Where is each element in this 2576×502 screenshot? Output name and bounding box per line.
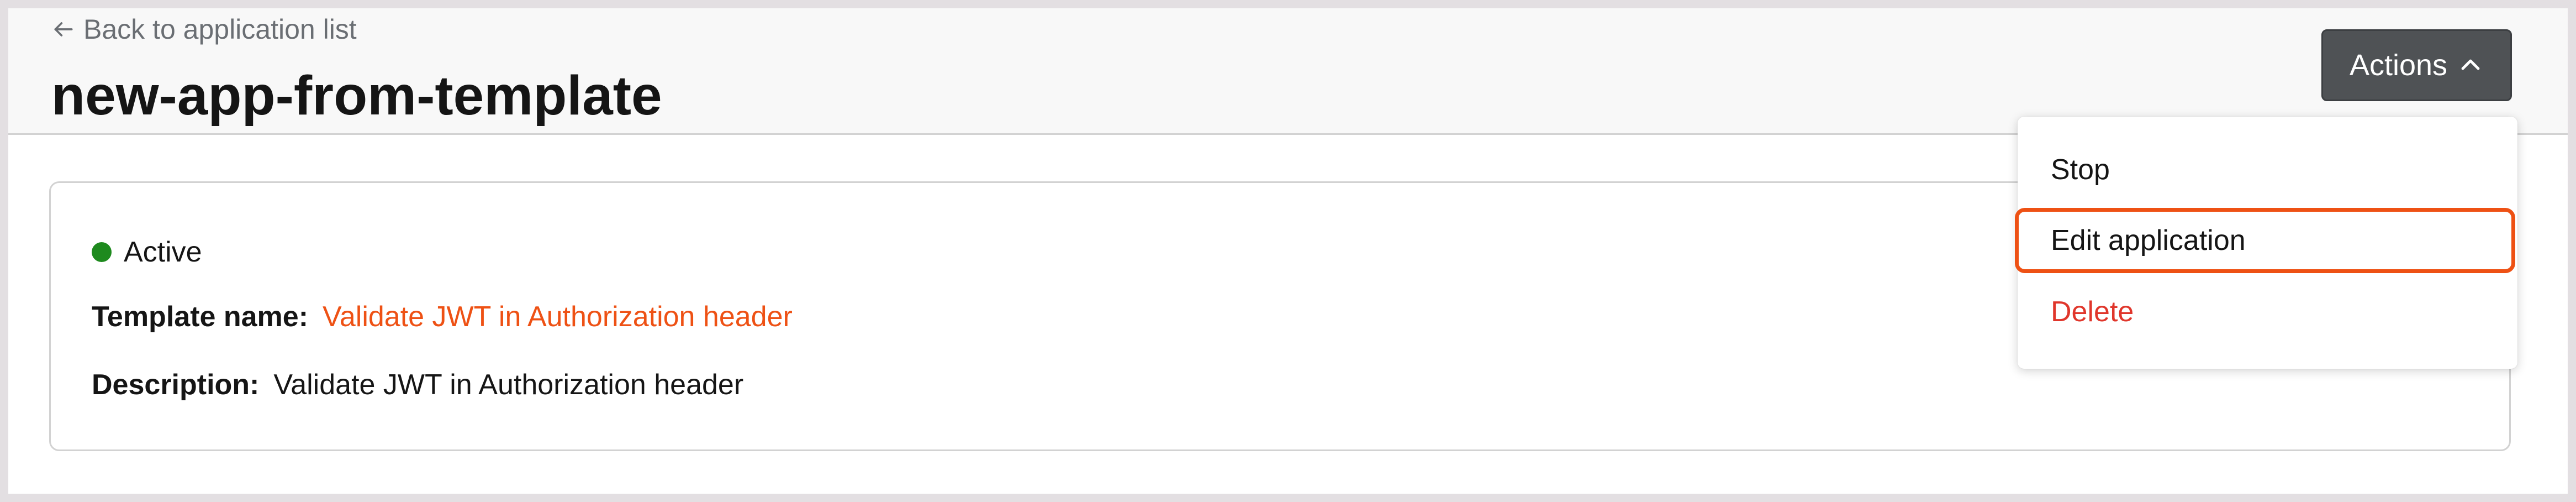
actions-dropdown-menu: Stop Edit application Delete (2015, 117, 2517, 369)
menu-item-delete[interactable]: Delete (2018, 279, 2517, 345)
template-name-link[interactable]: Validate JWT in Authorization header (323, 300, 793, 333)
description-label: Description: (92, 369, 260, 401)
page-header: Back to application list new-app-from-te… (8, 8, 2568, 135)
chevron-up-icon (2461, 59, 2480, 70)
back-link-label: Back to application list (83, 14, 357, 45)
status-dot-icon (92, 242, 112, 262)
status-label: Active (124, 236, 202, 268)
arrow-left-icon (54, 22, 73, 36)
page-title: new-app-from-template (51, 65, 662, 127)
description-value: Validate JWT in Authorization header (273, 369, 744, 401)
app-frame: Back to application list new-app-from-te… (8, 8, 2568, 494)
status-indicator: Active (92, 236, 202, 269)
template-name-field: Template name: Validate JWT in Authoriza… (92, 300, 793, 333)
template-name-label: Template name: (92, 301, 309, 333)
actions-button-label: Actions (2349, 49, 2448, 82)
back-to-application-list-link[interactable]: Back to application list (51, 13, 357, 46)
actions-button[interactable]: Actions (2321, 29, 2512, 101)
menu-item-stop[interactable]: Stop (2018, 137, 2517, 203)
menu-item-edit-application[interactable]: Edit application (2015, 208, 2515, 273)
description-field: Description: Validate JWT in Authorizati… (92, 368, 743, 401)
